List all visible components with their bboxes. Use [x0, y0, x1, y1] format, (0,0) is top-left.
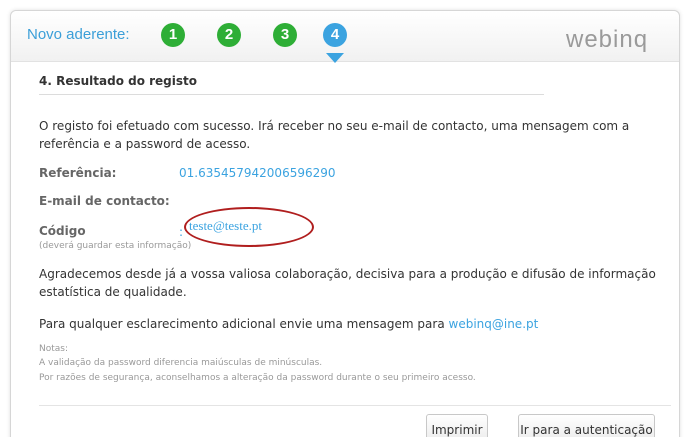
thanks-text-line-1: Agradecemos desde já a vossa valiosa col… — [39, 267, 656, 281]
note-2: Por razões de segurança, aconselhamos a … — [39, 373, 476, 383]
step-1-indicator: 1 — [161, 23, 185, 47]
registration-card: Novo aderente: 1 2 3 4 webinq 4. Resulta… — [10, 10, 680, 437]
email-value: teste@teste.pt — [189, 218, 262, 233]
print-button[interactable]: Imprimir — [426, 414, 488, 437]
intro-text-line-1: O registo foi efetuado com sucesso. Irá … — [39, 119, 630, 133]
step-3-indicator: 3 — [273, 23, 297, 47]
note-1: A validação da password diferencia maiús… — [39, 358, 323, 368]
thanks-text-line-2: estatística de qualidade. — [39, 285, 187, 299]
referencia-value: 01.635457942006596290 — [179, 166, 336, 180]
go-to-authentication-button[interactable]: Ir para a autenticação — [518, 414, 655, 437]
wizard-header: Novo aderente: 1 2 3 4 webinq — [11, 11, 679, 63]
step-2-indicator: 2 — [217, 23, 241, 47]
codigo-value: : — [179, 225, 184, 239]
codigo-label: Código — [39, 224, 86, 238]
step-4-indicator: 4 — [323, 23, 347, 47]
header-title: Novo aderente: — [27, 26, 130, 43]
contact-prefix: Para qualquer esclarecimento adicional e… — [39, 317, 449, 331]
section-title: 4. Resultado do registo — [39, 74, 198, 88]
webinq-logo: webinq — [566, 26, 649, 53]
codigo-hint: (deverá guardar esta informação) — [39, 241, 192, 251]
active-step-pointer-icon — [326, 53, 344, 63]
intro-text-line-2: referência e a password de acesso. — [39, 137, 251, 151]
contact-email-link[interactable]: webinq@ine.pt — [449, 317, 539, 331]
notes-title: Notas: — [39, 344, 69, 354]
referencia-label: Referência: — [39, 166, 117, 180]
footer-divider — [39, 405, 671, 406]
contact-text: Para qualquer esclarecimento adicional e… — [39, 315, 538, 333]
email-label: E-mail de contacto: — [39, 194, 170, 208]
section-divider — [39, 94, 544, 95]
